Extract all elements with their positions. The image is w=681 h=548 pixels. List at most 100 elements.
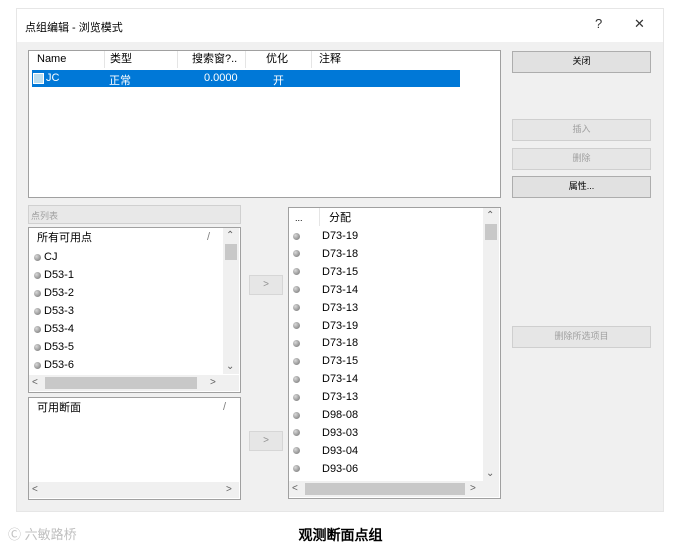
- point-icon: [34, 361, 41, 369]
- col-type-header[interactable]: 类型: [110, 51, 132, 68]
- scroll-thumb[interactable]: [45, 377, 197, 389]
- scroll-up-icon[interactable]: ⌃: [486, 211, 494, 221]
- scroll-left-icon[interactable]: <: [32, 378, 38, 388]
- list-item[interactable]: D73-14: [293, 281, 358, 299]
- list-item[interactable]: D73-14: [293, 370, 358, 388]
- point-icon: [293, 429, 300, 437]
- list-item[interactable]: D73-19: [293, 227, 358, 245]
- point-icon: [293, 375, 300, 383]
- point-icon: [293, 357, 300, 365]
- list-item[interactable]: D98-08: [293, 406, 358, 424]
- close-button[interactable]: 关闭: [512, 51, 651, 73]
- close-window-button[interactable]: ✕: [634, 16, 645, 32]
- caption: 观测断面点组: [298, 527, 383, 543]
- groups-table[interactable]: Name 类型 搜索窗?.. 优化 注释 JC 正常 0.0000 开: [28, 50, 501, 198]
- col-search-header[interactable]: 搜索窗?..: [192, 51, 237, 68]
- list-item[interactable]: D73-15: [293, 352, 358, 370]
- list-item[interactable]: D73-18: [293, 245, 358, 263]
- scroll-down-icon[interactable]: ⌄: [226, 362, 234, 372]
- row-type: 正常: [109, 75, 131, 87]
- row-search: 0.0000: [204, 72, 238, 84]
- list-item[interactable]: D93-06: [293, 460, 358, 478]
- chevron-down-icon: ⌄: [31, 207, 39, 217]
- point-icon: [34, 307, 41, 315]
- point-label: D93-04: [322, 444, 359, 457]
- vertical-scrollbar[interactable]: ⌃ ⌄: [483, 208, 499, 481]
- point-icon: [293, 232, 300, 240]
- list-item[interactable]: D73-15: [293, 263, 358, 281]
- window-title: 点组编辑 - 浏览模式: [25, 22, 123, 34]
- horizontal-scrollbar[interactable]: < >: [289, 481, 499, 497]
- point-icon: [293, 286, 300, 294]
- list-item[interactable]: D73-13: [293, 388, 358, 406]
- list-item[interactable]: D53-6: [34, 356, 74, 374]
- point-label: D73-19: [322, 230, 359, 242]
- col-name-header[interactable]: Name: [37, 51, 66, 68]
- insert-button[interactable]: 插入: [512, 119, 651, 141]
- point-label: D73-14: [322, 283, 359, 296]
- point-label: D73-15: [322, 265, 359, 278]
- delete-selected-button[interactable]: 删除所选项目: [512, 326, 651, 348]
- list-item[interactable]: D53-1: [34, 266, 74, 284]
- list-item[interactable]: D93-03: [293, 424, 358, 442]
- col-assigned-header: 分配: [329, 212, 351, 224]
- point-icon: [34, 325, 41, 333]
- scroll-thumb[interactable]: [225, 244, 237, 260]
- scroll-left-icon[interactable]: <: [32, 485, 38, 495]
- available-points-header: 所有可用点: [37, 232, 92, 244]
- list-item[interactable]: D73-19: [293, 317, 358, 335]
- delete-button[interactable]: 删除: [512, 148, 651, 170]
- list-item[interactable]: D53-2: [34, 284, 74, 302]
- sort-icon: /: [223, 401, 227, 413]
- scroll-right-icon[interactable]: >: [226, 485, 232, 495]
- col-note-header[interactable]: 注释: [319, 51, 341, 68]
- list-item[interactable]: D53-4: [34, 320, 74, 338]
- dialog: 点组编辑 - 浏览模式 ? ✕ Name 类型 搜索窗?.. 优化 注释 JC …: [17, 9, 663, 511]
- point-icon: [34, 253, 41, 261]
- horizontal-scrollbar[interactable]: < >: [29, 482, 239, 498]
- scroll-down-icon[interactable]: ⌄: [486, 469, 494, 479]
- list-item[interactable]: D53-3: [34, 302, 74, 320]
- point-icon: [34, 271, 41, 279]
- list-item[interactable]: D93-04: [293, 442, 358, 460]
- point-icon: [293, 304, 300, 312]
- scroll-right-icon[interactable]: >: [470, 484, 476, 494]
- add-section-button[interactable]: >: [249, 431, 283, 451]
- list-item[interactable]: CJ: [34, 248, 57, 266]
- add-point-button[interactable]: >: [249, 275, 283, 295]
- point-icon: [293, 465, 300, 473]
- point-label: D53-4: [44, 323, 74, 335]
- point-label: D93-06: [322, 462, 359, 475]
- sort-icon: /: [207, 231, 211, 243]
- point-icon: [293, 322, 300, 330]
- help-button[interactable]: ?: [595, 16, 602, 31]
- scroll-up-icon[interactable]: ⌃: [226, 231, 234, 241]
- col-status-header: ...: [295, 213, 303, 223]
- row-name: JC: [46, 72, 60, 84]
- available-sections-header: 可用断面: [37, 402, 81, 414]
- table-row[interactable]: JC 正常 0.0000 开: [32, 70, 460, 87]
- point-label: D53-3: [44, 305, 74, 317]
- point-icon: [293, 268, 300, 276]
- scroll-thumb[interactable]: [305, 483, 465, 495]
- point-icon: [34, 289, 41, 297]
- point-label: CJ: [44, 251, 58, 263]
- scroll-right-icon[interactable]: >: [210, 378, 216, 388]
- assigned-points-list[interactable]: ... 分配 D73-19 D73-18 D73-15 D73-14 D73-13 D73…: [288, 207, 501, 499]
- point-label: D73-18: [322, 247, 359, 260]
- point-icon: [293, 250, 300, 258]
- horizontal-scrollbar[interactable]: < >: [29, 375, 239, 391]
- available-sections-list[interactable]: 可用断面 / < >: [28, 397, 241, 500]
- properties-button[interactable]: 属性...: [512, 176, 651, 198]
- point-label: D73-13: [322, 301, 359, 314]
- list-item[interactable]: D73-18: [293, 334, 358, 352]
- available-points-list[interactable]: 所有可用点 / CJ D53-1 D53-2 D53-3 D53-4 D53-5…: [28, 227, 241, 393]
- point-list-combo[interactable]: 点列表 ⌄: [28, 205, 241, 224]
- vertical-scrollbar[interactable]: ⌃ ⌄: [223, 228, 239, 374]
- scroll-thumb[interactable]: [485, 224, 497, 240]
- point-label: D73-18: [322, 337, 359, 350]
- col-optimize-header[interactable]: 优化: [266, 51, 288, 68]
- list-item[interactable]: D73-13: [293, 299, 358, 317]
- scroll-left-icon[interactable]: <: [292, 484, 298, 494]
- list-item[interactable]: D53-5: [34, 338, 74, 356]
